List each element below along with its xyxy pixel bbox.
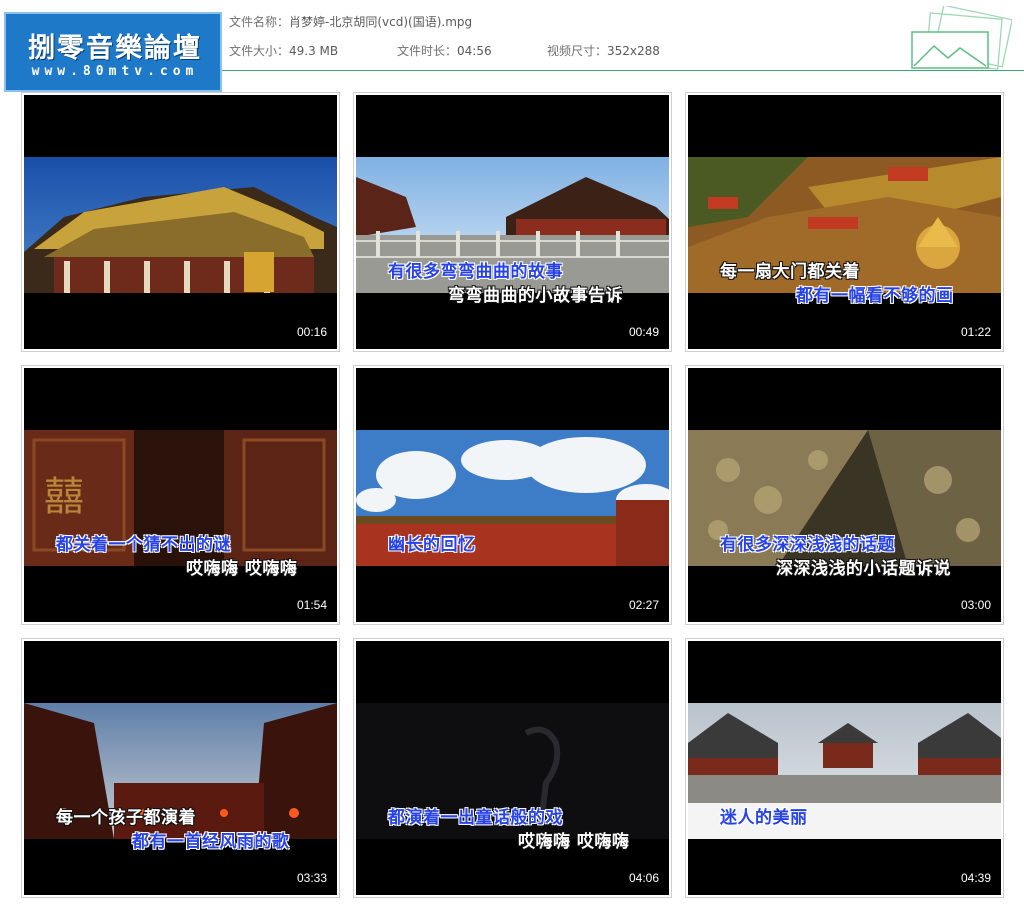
dimensions-label: 视频尺寸： bbox=[547, 44, 608, 58]
thumbnail-tile[interactable]: 囍 都关着一个猜不出的谜 哎嗨嗨 哎嗨嗨 01:54 bbox=[21, 365, 340, 625]
lyric-line-2: 弯弯曲曲的小故事告诉 bbox=[448, 286, 623, 306]
lyric-line-1: 有很多深深浅浅的话题 bbox=[720, 535, 895, 555]
header-divider bbox=[222, 70, 1024, 71]
file-name-label: 文件名称： bbox=[229, 15, 290, 29]
file-size-info: 文件大小：49.3 MB bbox=[229, 42, 338, 59]
file-size-label: 文件大小： bbox=[229, 44, 290, 58]
thumbnail-tile[interactable]: 都演着一出童话般的戏 哎嗨嗨 哎嗨嗨 04:06 bbox=[353, 638, 672, 898]
svg-text:囍: 囍 bbox=[44, 474, 84, 520]
thumbnail-tile[interactable]: 迷人的美丽 04:39 bbox=[685, 638, 1004, 898]
thumbnail-tile[interactable]: 00:16 bbox=[21, 92, 340, 352]
logo-title: 捌零音樂論壇 bbox=[28, 33, 202, 64]
file-info-header: 捌零音樂論壇 www.80mtv.com 文件名称：肖梦婷-北京胡同(vcd)(… bbox=[0, 0, 1024, 92]
lyric-line-1: 有很多弯弯曲曲的故事 bbox=[388, 262, 563, 282]
lyric-line-1: 每一个孩子都演着 bbox=[56, 808, 196, 828]
video-frame: 都演着一出童话般的戏 哎嗨嗨 哎嗨嗨 04:06 bbox=[356, 641, 669, 895]
video-frame: 有很多弯弯曲曲的故事 弯弯曲曲的小故事告诉 00:49 bbox=[356, 95, 669, 349]
timestamp-label: 01:22 bbox=[960, 325, 991, 339]
lyric-line-1: 幽长的回忆 bbox=[388, 535, 476, 555]
dimensions-value: 352x288 bbox=[607, 44, 660, 58]
thumbnail-sheet: 捌零音樂論壇 www.80mtv.com 文件名称：肖梦婷-北京胡同(vcd)(… bbox=[0, 0, 1024, 918]
palace-scene-image bbox=[24, 157, 337, 293]
lyric-line-2: 都有一首经风雨的歌 bbox=[132, 832, 290, 852]
picture-frames-icon bbox=[911, 6, 1012, 70]
thumbnail-tile[interactable]: 每一个孩子都演着 都有一首经风雨的歌 03:33 bbox=[21, 638, 340, 898]
logo-url: www.80mtv.com bbox=[31, 64, 199, 79]
file-name-info: 文件名称：肖梦婷-北京胡同(vcd)(国语).mpg bbox=[229, 13, 472, 30]
dimensions-info: 视频尺寸：352x288 bbox=[547, 42, 660, 59]
video-frame: 每一扇大门都关着 都有一幅看不够的画 01:22 bbox=[688, 95, 1001, 349]
timestamp-label: 03:00 bbox=[960, 598, 991, 612]
thumbnail-tile[interactable]: 有很多弯弯曲曲的故事 弯弯曲曲的小故事告诉 00:49 bbox=[353, 92, 672, 352]
duration-value: 04:56 bbox=[457, 44, 492, 58]
timestamp-label: 03:33 bbox=[296, 871, 327, 885]
thumbnail-tile[interactable]: 每一扇大门都关着 都有一幅看不够的画 01:22 bbox=[685, 92, 1004, 352]
video-frame: 每一个孩子都演着 都有一首经风雨的歌 03:33 bbox=[24, 641, 337, 895]
timestamp-label: 01:54 bbox=[296, 598, 327, 612]
video-frame: 囍 都关着一个猜不出的谜 哎嗨嗨 哎嗨嗨 01:54 bbox=[24, 368, 337, 622]
file-size-value: 49.3 MB bbox=[289, 44, 339, 58]
video-frame: 迷人的美丽 04:39 bbox=[688, 641, 1001, 895]
duration-info: 文件时长：04:56 bbox=[397, 42, 492, 59]
lyric-line-1: 每一扇大门都关着 bbox=[720, 262, 860, 282]
lyric-line-1: 都关着一个猜不出的谜 bbox=[56, 535, 231, 555]
file-name-value: 肖梦婷-北京胡同(vcd)(国语).mpg bbox=[289, 15, 473, 29]
duration-label: 文件时长： bbox=[397, 44, 458, 58]
timestamp-label: 00:49 bbox=[628, 325, 659, 339]
lyric-line-1: 都演着一出童话般的戏 bbox=[388, 808, 563, 828]
lyric-line-2: 深深浅浅的小话题诉说 bbox=[776, 559, 951, 579]
video-frame: 幽长的回忆 02:27 bbox=[356, 368, 669, 622]
timestamp-label: 00:16 bbox=[296, 325, 327, 339]
thumbnail-tile[interactable]: 有很多深深浅浅的话题 深深浅浅的小话题诉说 03:00 bbox=[685, 365, 1004, 625]
timestamp-label: 04:39 bbox=[960, 871, 991, 885]
lyric-line-1: 迷人的美丽 bbox=[720, 808, 808, 828]
lyric-line-2: 都有一幅看不够的画 bbox=[796, 286, 954, 306]
video-frame: 00:16 bbox=[24, 95, 337, 349]
video-frame: 有很多深深浅浅的话题 深深浅浅的小话题诉说 03:00 bbox=[688, 368, 1001, 622]
thumbnail-tile[interactable]: 幽长的回忆 02:27 bbox=[353, 365, 672, 625]
timestamp-label: 04:06 bbox=[628, 871, 659, 885]
timestamp-label: 02:27 bbox=[628, 598, 659, 612]
lyric-line-2: 哎嗨嗨 哎嗨嗨 bbox=[186, 559, 298, 579]
lyric-line-2: 哎嗨嗨 哎嗨嗨 bbox=[518, 832, 630, 852]
forum-logo: 捌零音樂論壇 www.80mtv.com bbox=[4, 12, 222, 92]
